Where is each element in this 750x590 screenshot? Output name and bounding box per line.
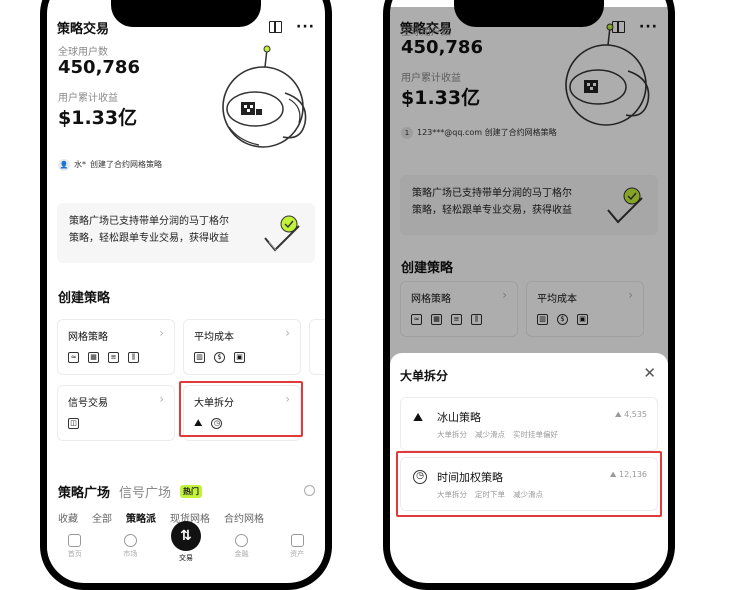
activity-user: 水* <box>74 160 86 169</box>
filter-favorites[interactable]: 收藏 <box>58 510 78 525</box>
earnings-value: $1.33亿 <box>58 107 138 129</box>
nav-label: 首页 <box>67 550 82 558</box>
chevron-right-icon: › <box>159 392 164 406</box>
card-icons: ▥ $ ▣ <box>194 352 245 363</box>
bars-icon: ≡ <box>108 352 119 363</box>
close-icon[interactable]: ✕ <box>643 364 656 382</box>
create-strategy-title: 创建策略 <box>58 291 111 306</box>
nav-label: 资产 <box>290 550 305 558</box>
filter-strategy-group[interactable]: 策略派 <box>126 510 156 525</box>
count-value: 4,535 <box>624 410 647 419</box>
coin-icon: $ <box>214 352 225 363</box>
nav-label: 交易 <box>178 554 193 562</box>
finance-icon <box>235 534 249 547</box>
card-title: 网格策略 <box>68 332 108 343</box>
wave-icon: ≈ <box>68 352 79 363</box>
tab-strategy-plaza[interactable]: 策略广场 <box>58 482 110 501</box>
activity-text: 创建了合约网格策略 <box>90 160 162 169</box>
hot-badge: 热门 <box>180 485 203 498</box>
nav-finance[interactable]: 金融 <box>221 531 263 559</box>
filter-all[interactable]: 全部 <box>92 510 112 525</box>
plaza-tabs: 策略广场 信号广场 热门 <box>58 482 203 501</box>
nav-label: 金融 <box>234 550 249 558</box>
book-icon[interactable] <box>269 21 283 33</box>
option-tags: 大单拆分 减少滑点 实时挂单偏好 <box>437 429 558 440</box>
nav-home[interactable]: 首页 <box>54 531 96 559</box>
card-signal-trading[interactable]: 信号交易 › ◫ <box>57 385 175 441</box>
sheet-title: 大单拆分 <box>400 369 449 383</box>
card-title: 信号交易 <box>68 398 108 409</box>
mountain-icon: ⛰ <box>413 410 424 424</box>
phone-left: 策略交易 ··· 全球用户数 450,786 用户累计收益 $1.33亿 👤 水… <box>40 0 332 590</box>
phone-notch <box>111 0 261 27</box>
chevron-right-icon: › <box>285 326 290 340</box>
highlight-box <box>396 451 662 517</box>
option-iceberg-strategy[interactable]: ⛰ 冰山策略 大单拆分 减少滑点 实时挂单偏好 ⛰ 4,535 <box>400 397 658 451</box>
phone-right: 策略交易 ··· 全球用户数 450,786 用户累计收益 $1.33亿 1 1… <box>383 0 675 590</box>
earnings-label: 用户累计收益 <box>58 93 118 104</box>
users-label: 全球用户数 <box>58 47 108 58</box>
chevron-right-icon: › <box>159 326 164 340</box>
wallet-icon <box>290 534 304 547</box>
check-badge-icon <box>264 215 300 252</box>
plaza-filters: 收藏 全部 策略派 现货网格 合约网格 <box>58 510 264 525</box>
option-tag: 实时挂单偏好 <box>513 430 558 439</box>
phone-screen: 策略交易 ··· 全球用户数 450,786 用户累计收益 $1.33亿 1 1… <box>390 7 668 567</box>
nav-label: 市场 <box>123 550 138 558</box>
users-value: 450,786 <box>58 57 140 78</box>
card-title: 平均成本 <box>194 332 234 343</box>
card-grid-strategy[interactable]: 网格策略 › ≈ ▦ ≡ ⫼ <box>57 319 175 375</box>
option-name: 冰山策略 <box>437 411 481 424</box>
grid-icon: ▦ <box>88 352 99 363</box>
option-tag: 大单拆分 <box>437 430 467 439</box>
more-icon[interactable]: ··· <box>296 20 315 34</box>
robot-illustration <box>222 45 307 148</box>
app-title: 策略交易 <box>57 21 110 37</box>
promo-banner[interactable]: 策略广场已支持带单分润的马丁格尔 策略，轻松跟单专业交易，获得收益 <box>57 203 315 263</box>
top-icons: ··· <box>269 20 315 34</box>
phone-screen: 策略交易 ··· 全球用户数 450,786 用户累计收益 $1.33亿 👤 水… <box>47 7 325 567</box>
option-user-count: ⛰ 4,535 <box>614 410 647 419</box>
calendar-icon: ▣ <box>234 352 245 363</box>
banner-line-1: 策略广场已支持带单分润的马丁格尔 <box>69 216 229 227</box>
signal-icon: ◫ <box>68 418 79 429</box>
home-icon <box>68 534 82 547</box>
highlight-box <box>179 381 303 437</box>
user-avatar: 👤 <box>58 159 70 171</box>
ladder-icon: ⫼ <box>128 352 139 363</box>
nav-market[interactable]: 市场 <box>109 531 151 559</box>
filter-contract-grid[interactable]: 合约网格 <box>224 510 264 525</box>
card-partial[interactable] <box>309 319 325 375</box>
activity-feed: 👤 水* 创建了合约网格策略 <box>58 159 162 171</box>
tab-signal-plaza[interactable]: 信号广场 <box>119 482 171 501</box>
bottom-sheet: 大单拆分 ✕ ⛰ 冰山策略 大单拆分 减少滑点 实时挂单偏好 ⛰ 4,535 ◷… <box>390 353 668 567</box>
nav-trade[interactable]: ⇅ 交易 <box>165 521 207 563</box>
chart-icon: ▥ <box>194 352 205 363</box>
option-tag: 减少滑点 <box>475 430 505 439</box>
phone-notch <box>454 0 604 27</box>
card-icons: ◫ <box>68 418 79 429</box>
info-icon[interactable] <box>304 485 315 496</box>
card-icons: ≈ ▦ ≡ ⫼ <box>68 352 139 363</box>
nav-assets[interactable]: 资产 <box>276 531 318 559</box>
market-icon <box>123 534 137 547</box>
trade-icon: ⇅ <box>170 521 201 551</box>
card-average-cost[interactable]: 平均成本 › ▥ $ ▣ <box>183 319 301 375</box>
bottom-nav: 首页 市场 ⇅ 交易 金融 资产 <box>47 521 325 567</box>
banner-line-2: 策略，轻松跟单专业交易，获得收益 <box>69 233 229 244</box>
